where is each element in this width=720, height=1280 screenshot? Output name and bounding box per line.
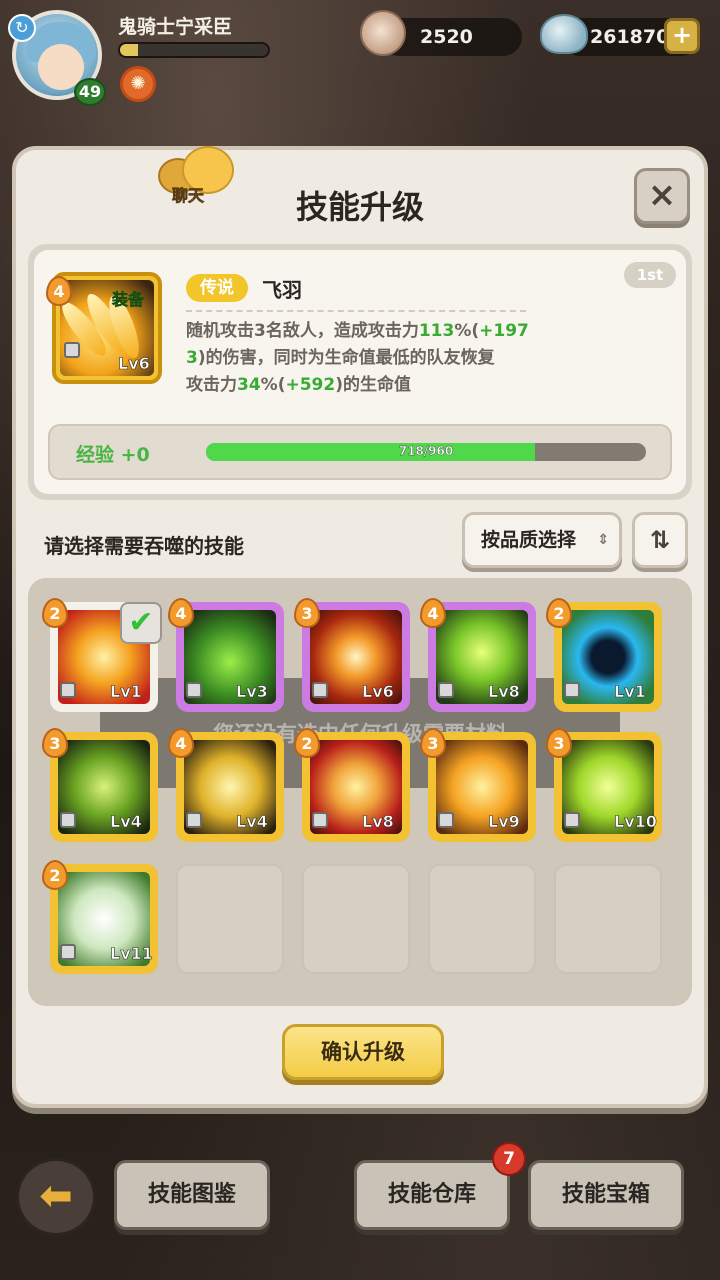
desc-text: )的伤害，同时为生命值最低的队友恢复	[197, 348, 495, 368]
lock-icon	[564, 682, 580, 698]
shell-currency-icon	[360, 10, 406, 56]
empty-slot	[176, 864, 284, 974]
desc-value: 113	[418, 321, 455, 341]
exp-progress-text: 718/960	[398, 444, 454, 458]
star-level-badge: 4	[168, 598, 194, 628]
exp-gain-label: 经验 +0	[76, 444, 150, 466]
lock-icon	[312, 812, 328, 828]
back-arrow-icon[interactable]: ⬅	[16, 1158, 96, 1236]
lock-icon	[312, 682, 328, 698]
lock-icon	[438, 812, 454, 828]
desc-text: %(	[454, 321, 480, 341]
sort-by-quality-dropdown[interactable]: 按品质选择 ⇕	[462, 512, 622, 568]
star-level-badge: 4	[420, 598, 446, 628]
sort-label: 按品质选择	[481, 529, 577, 551]
desc-text: )的生命值	[335, 375, 411, 395]
material-level: Lv11	[110, 944, 153, 964]
equipped-tag: 装备	[112, 290, 145, 310]
rarity-badge: 传说	[186, 274, 248, 302]
add-gems-button[interactable]: +	[664, 18, 700, 54]
buff-icon[interactable]: ✺	[120, 66, 156, 102]
star-level-badge: 3	[420, 728, 446, 758]
empty-slot	[302, 864, 410, 974]
rank-badge: 1st	[624, 262, 676, 288]
sync-icon[interactable]: ↻	[8, 14, 36, 42]
sort-order-icon[interactable]: ⇅	[632, 512, 688, 568]
desc-value: +197	[479, 321, 529, 341]
star-level-badge: 3	[546, 728, 572, 758]
star-level-badge: 2	[42, 598, 68, 628]
star-level-badge: 2	[546, 598, 572, 628]
lock-icon	[186, 812, 202, 828]
player-name: 鬼骑士宁采臣	[118, 16, 233, 38]
close-button[interactable]: ×	[634, 168, 690, 224]
star-level-badge: 3	[42, 728, 68, 758]
material-level: Lv9	[488, 812, 520, 832]
desc-text: 攻击力	[186, 375, 237, 395]
desc-value: 3	[186, 348, 198, 368]
lock-icon	[64, 342, 80, 358]
skill-star-badge: 4	[46, 276, 72, 306]
desc-value: +592	[285, 375, 336, 395]
confirm-upgrade-button[interactable]: 确认升级	[282, 1024, 444, 1080]
skill-description: 随机攻击3名敌人，造成攻击力113%(+197 3)的伤害，同时为生命值最低的队…	[186, 318, 534, 399]
lock-icon	[60, 944, 76, 960]
material-level: Lv4	[110, 812, 142, 832]
divider	[186, 310, 526, 312]
skill-level: Lv6	[118, 354, 150, 374]
panel-title: 技能升级	[295, 188, 424, 226]
star-level-badge: 4	[168, 728, 194, 758]
lock-icon	[438, 682, 454, 698]
star-level-badge: 2	[294, 728, 320, 758]
updown-caret-icon: ⇕	[597, 532, 609, 548]
empty-slot	[428, 864, 536, 974]
select-material-label: 请选择需要吞噬的技能	[44, 534, 244, 558]
material-level: Lv1	[614, 682, 646, 702]
skill-codex-button[interactable]: 技能图鉴	[114, 1160, 270, 1230]
skill-chest-button[interactable]: 技能宝箱	[528, 1160, 684, 1230]
material-level: Lv8	[488, 682, 520, 702]
lock-icon	[186, 682, 202, 698]
material-level: Lv1	[110, 682, 142, 702]
desc-value: 34	[237, 375, 261, 395]
material-level: Lv6	[362, 682, 394, 702]
skill-name: 飞羽	[262, 278, 302, 302]
player-xp-bar	[118, 42, 270, 58]
storage-badge: 7	[492, 1142, 526, 1176]
material-level: Lv3	[236, 682, 268, 702]
gem-currency-icon	[540, 14, 588, 54]
lock-icon	[564, 812, 580, 828]
material-level: Lv4	[236, 812, 268, 832]
player-xp-fill	[120, 44, 138, 56]
desc-text: %(	[260, 375, 286, 395]
selected-check-icon: ✔	[120, 602, 162, 644]
material-level: Lv10	[614, 812, 657, 832]
skill-storage-button[interactable]: 技能仓库	[354, 1160, 510, 1230]
lock-icon	[60, 812, 76, 828]
empty-slot	[554, 864, 662, 974]
star-level-badge: 2	[42, 860, 68, 890]
lock-icon	[60, 682, 76, 698]
material-level: Lv8	[362, 812, 394, 832]
star-level-badge: 3	[294, 598, 320, 628]
desc-text: 随机攻击3名敌人，造成攻击力	[186, 321, 419, 341]
top-bar: ↻ 49 鬼骑士宁采臣 ✺ 2520 261870 +	[0, 0, 720, 110]
player-level-badge: 49	[74, 78, 106, 106]
